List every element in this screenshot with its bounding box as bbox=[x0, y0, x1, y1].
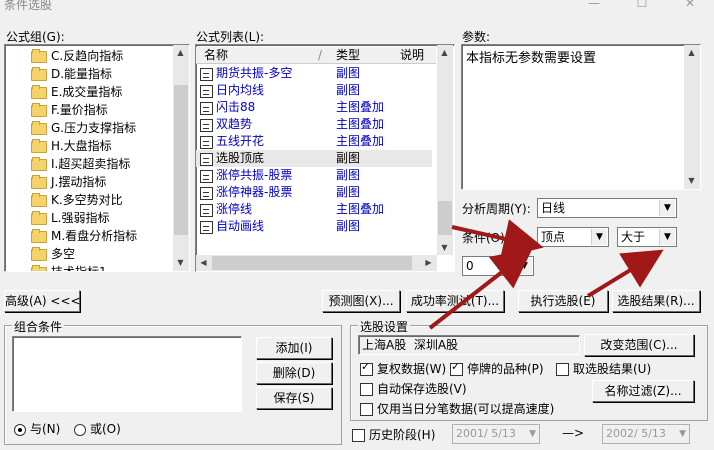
arrow-to-operator bbox=[586, 249, 664, 298]
arrow-to-value bbox=[428, 248, 533, 330]
annotation-arrows bbox=[428, 219, 664, 330]
arrow-to-condition bbox=[451, 219, 544, 259]
